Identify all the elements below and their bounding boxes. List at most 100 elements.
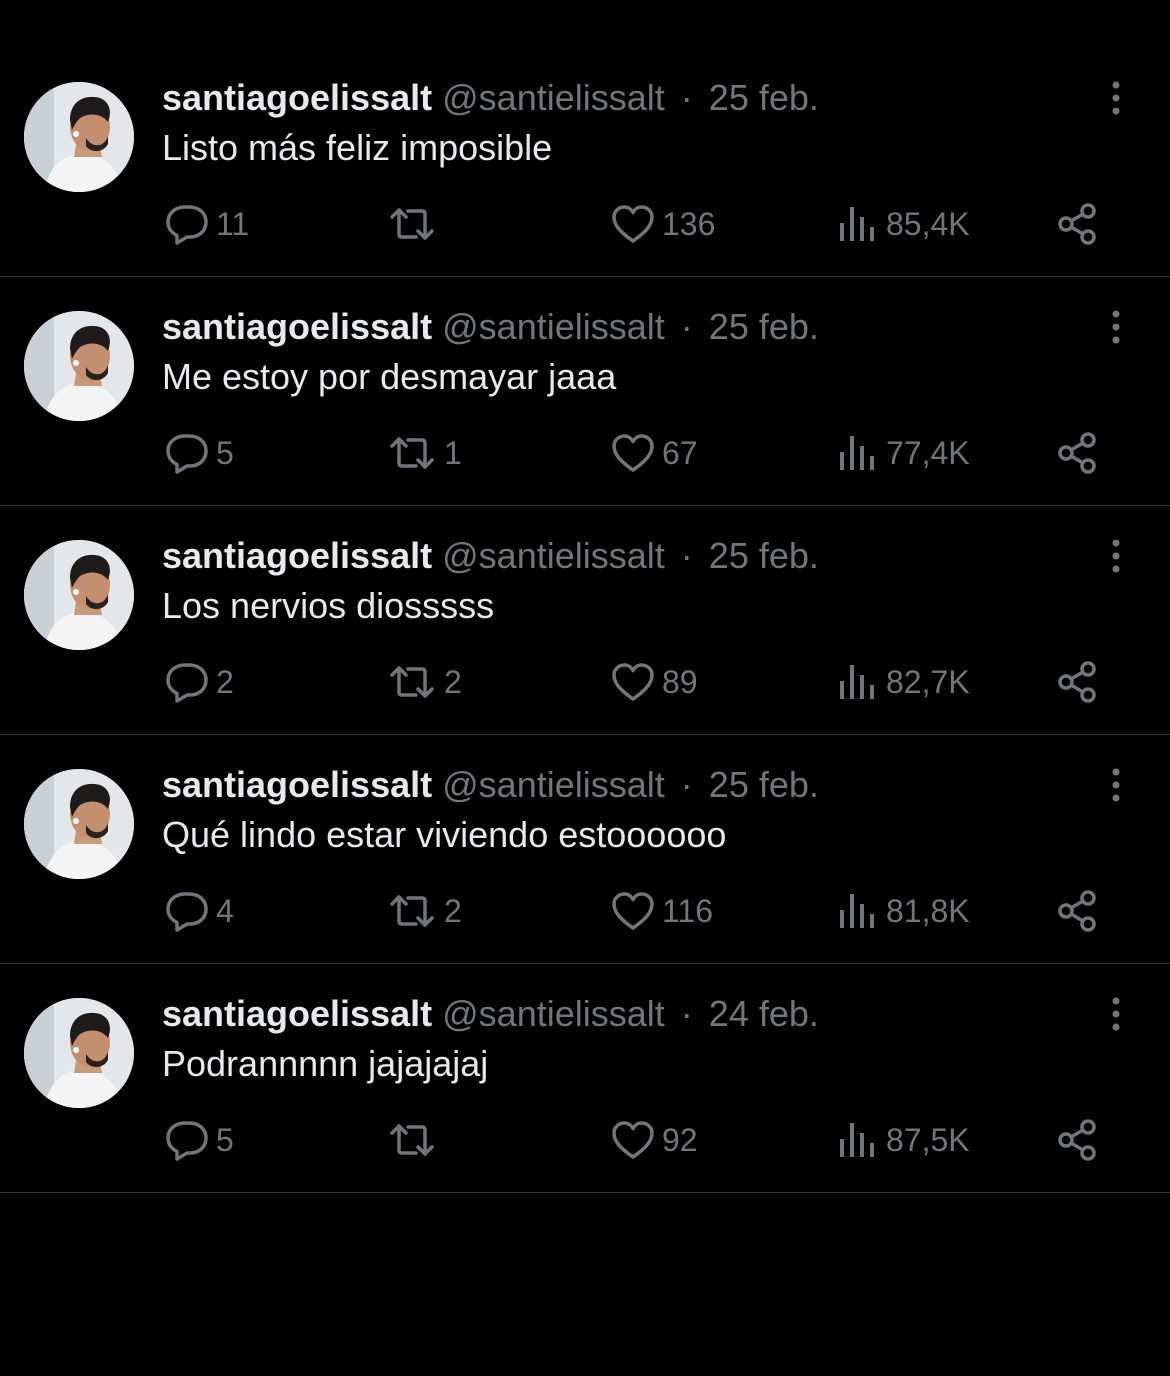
- tweet[interactable]: santiagoelissalt @santielissalt · 25 feb…: [0, 506, 1170, 735]
- separator-dot: ·: [680, 306, 693, 347]
- tweet-actions: 11 136 85,4K: [0, 200, 1170, 248]
- views-button[interactable]: 81,8K: [836, 887, 970, 935]
- reply-icon: [164, 659, 210, 705]
- views-count: 81,8K: [886, 892, 970, 929]
- more-options-button[interactable]: [1098, 994, 1134, 1034]
- user-handle[interactable]: @santielissalt: [442, 306, 665, 347]
- tweet-date[interactable]: 25 feb.: [709, 306, 819, 347]
- retweet-icon: [386, 1117, 438, 1163]
- share-button[interactable]: [1054, 887, 1102, 935]
- views-count: 77,4K: [886, 434, 970, 471]
- tweet-text: Qué lindo estar viviendo estoooooo: [162, 814, 727, 855]
- heart-icon: [610, 430, 656, 476]
- retweet-button[interactable]: 2: [386, 887, 462, 935]
- bar-chart-icon: [836, 659, 880, 705]
- reply-button[interactable]: 2: [164, 658, 234, 706]
- tweet[interactable]: santiagoelissalt @santielissalt · 25 feb…: [0, 48, 1170, 277]
- like-button[interactable]: 116: [610, 887, 713, 935]
- bar-chart-icon: [836, 201, 880, 247]
- tweet-header: santiagoelissalt @santielissalt · 25 feb…: [162, 307, 819, 347]
- tweet-actions: 5 1 67 77,4K: [0, 429, 1170, 477]
- reply-count: 2: [216, 663, 234, 700]
- share-button[interactable]: [1054, 658, 1102, 706]
- views-button[interactable]: 77,4K: [836, 429, 970, 477]
- retweet-count: 1: [444, 434, 462, 471]
- more-options-icon: [1112, 539, 1120, 573]
- views-button[interactable]: 82,7K: [836, 658, 970, 706]
- like-button[interactable]: 136: [610, 200, 715, 248]
- retweet-button[interactable]: 1: [386, 429, 462, 477]
- share-icon: [1054, 1117, 1102, 1163]
- share-button[interactable]: [1054, 1116, 1102, 1164]
- share-icon: [1054, 430, 1102, 476]
- tweet[interactable]: santiagoelissalt @santielissalt · 25 feb…: [0, 277, 1170, 506]
- display-name[interactable]: santiagoelissalt: [162, 993, 432, 1034]
- reply-button[interactable]: 4: [164, 887, 234, 935]
- tweet-feed: santiagoelissalt @santielissalt · 25 feb…: [0, 48, 1170, 1193]
- retweet-button[interactable]: 2: [386, 658, 462, 706]
- retweet-count: 2: [444, 663, 462, 700]
- avatar[interactable]: [24, 311, 134, 421]
- user-handle[interactable]: @santielissalt: [442, 535, 665, 576]
- avatar[interactable]: [24, 82, 134, 192]
- display-name[interactable]: santiagoelissalt: [162, 764, 432, 805]
- bar-chart-icon: [836, 888, 880, 934]
- retweet-count: 2: [444, 892, 462, 929]
- more-options-button[interactable]: [1098, 536, 1134, 576]
- views-button[interactable]: 85,4K: [836, 200, 970, 248]
- views-count: 82,7K: [886, 663, 970, 700]
- tweet-text: Listo más feliz imposible: [162, 127, 553, 168]
- user-handle[interactable]: @santielissalt: [442, 764, 665, 805]
- display-name[interactable]: santiagoelissalt: [162, 535, 432, 576]
- more-options-icon: [1112, 768, 1120, 802]
- more-options-icon: [1112, 310, 1120, 344]
- share-button[interactable]: [1054, 429, 1102, 477]
- retweet-button[interactable]: [386, 1116, 444, 1164]
- tweet-header: santiagoelissalt @santielissalt · 24 feb…: [162, 994, 819, 1034]
- share-icon: [1054, 201, 1102, 247]
- views-count: 85,4K: [886, 205, 970, 242]
- more-options-icon: [1112, 997, 1120, 1031]
- like-button[interactable]: 92: [610, 1116, 698, 1164]
- separator-dot: ·: [680, 764, 693, 805]
- tweet-actions: 4 2 116 81,8K: [0, 887, 1170, 935]
- tweet[interactable]: santiagoelissalt @santielissalt · 25 feb…: [0, 735, 1170, 964]
- like-count: 116: [662, 892, 714, 929]
- retweet-button[interactable]: [386, 200, 444, 248]
- tweet-header: santiagoelissalt @santielissalt · 25 feb…: [162, 536, 819, 576]
- more-options-button[interactable]: [1098, 78, 1134, 118]
- display-name[interactable]: santiagoelissalt: [162, 306, 432, 347]
- reply-button[interactable]: 5: [164, 429, 234, 477]
- tweet-date[interactable]: 25 feb.: [709, 535, 819, 576]
- user-handle[interactable]: @santielissalt: [442, 993, 665, 1034]
- user-handle[interactable]: @santielissalt: [442, 77, 665, 118]
- tweet-text: Los nervios diosssss: [162, 585, 495, 626]
- tweet[interactable]: santiagoelissalt @santielissalt · 24 feb…: [0, 964, 1170, 1193]
- reply-icon: [164, 430, 210, 476]
- tweet-actions: 2 2 89 82,7K: [0, 658, 1170, 706]
- tweet-date[interactable]: 25 feb.: [709, 77, 819, 118]
- separator-dot: ·: [680, 993, 693, 1034]
- tweet-date[interactable]: 25 feb.: [709, 764, 819, 805]
- avatar[interactable]: [24, 998, 134, 1108]
- tweet-date[interactable]: 24 feb.: [709, 993, 819, 1034]
- more-options-icon: [1112, 81, 1120, 115]
- separator-dot: ·: [680, 77, 693, 118]
- like-count: 136: [662, 205, 716, 242]
- separator-dot: ·: [680, 535, 693, 576]
- avatar[interactable]: [24, 540, 134, 650]
- like-button[interactable]: 89: [610, 658, 698, 706]
- more-options-button[interactable]: [1098, 765, 1134, 805]
- share-icon: [1054, 659, 1102, 705]
- reply-button[interactable]: 5: [164, 1116, 234, 1164]
- avatar[interactable]: [24, 769, 134, 879]
- reply-icon: [164, 201, 210, 247]
- like-button[interactable]: 67: [610, 429, 698, 477]
- share-button[interactable]: [1054, 200, 1102, 248]
- tweet-header: santiagoelissalt @santielissalt · 25 feb…: [162, 78, 819, 118]
- display-name[interactable]: santiagoelissalt: [162, 77, 432, 118]
- views-button[interactable]: 87,5K: [836, 1116, 970, 1164]
- reply-button[interactable]: 11: [164, 200, 249, 248]
- tweet-text: Podrannnnn jajajajaj: [162, 1043, 489, 1084]
- more-options-button[interactable]: [1098, 307, 1134, 347]
